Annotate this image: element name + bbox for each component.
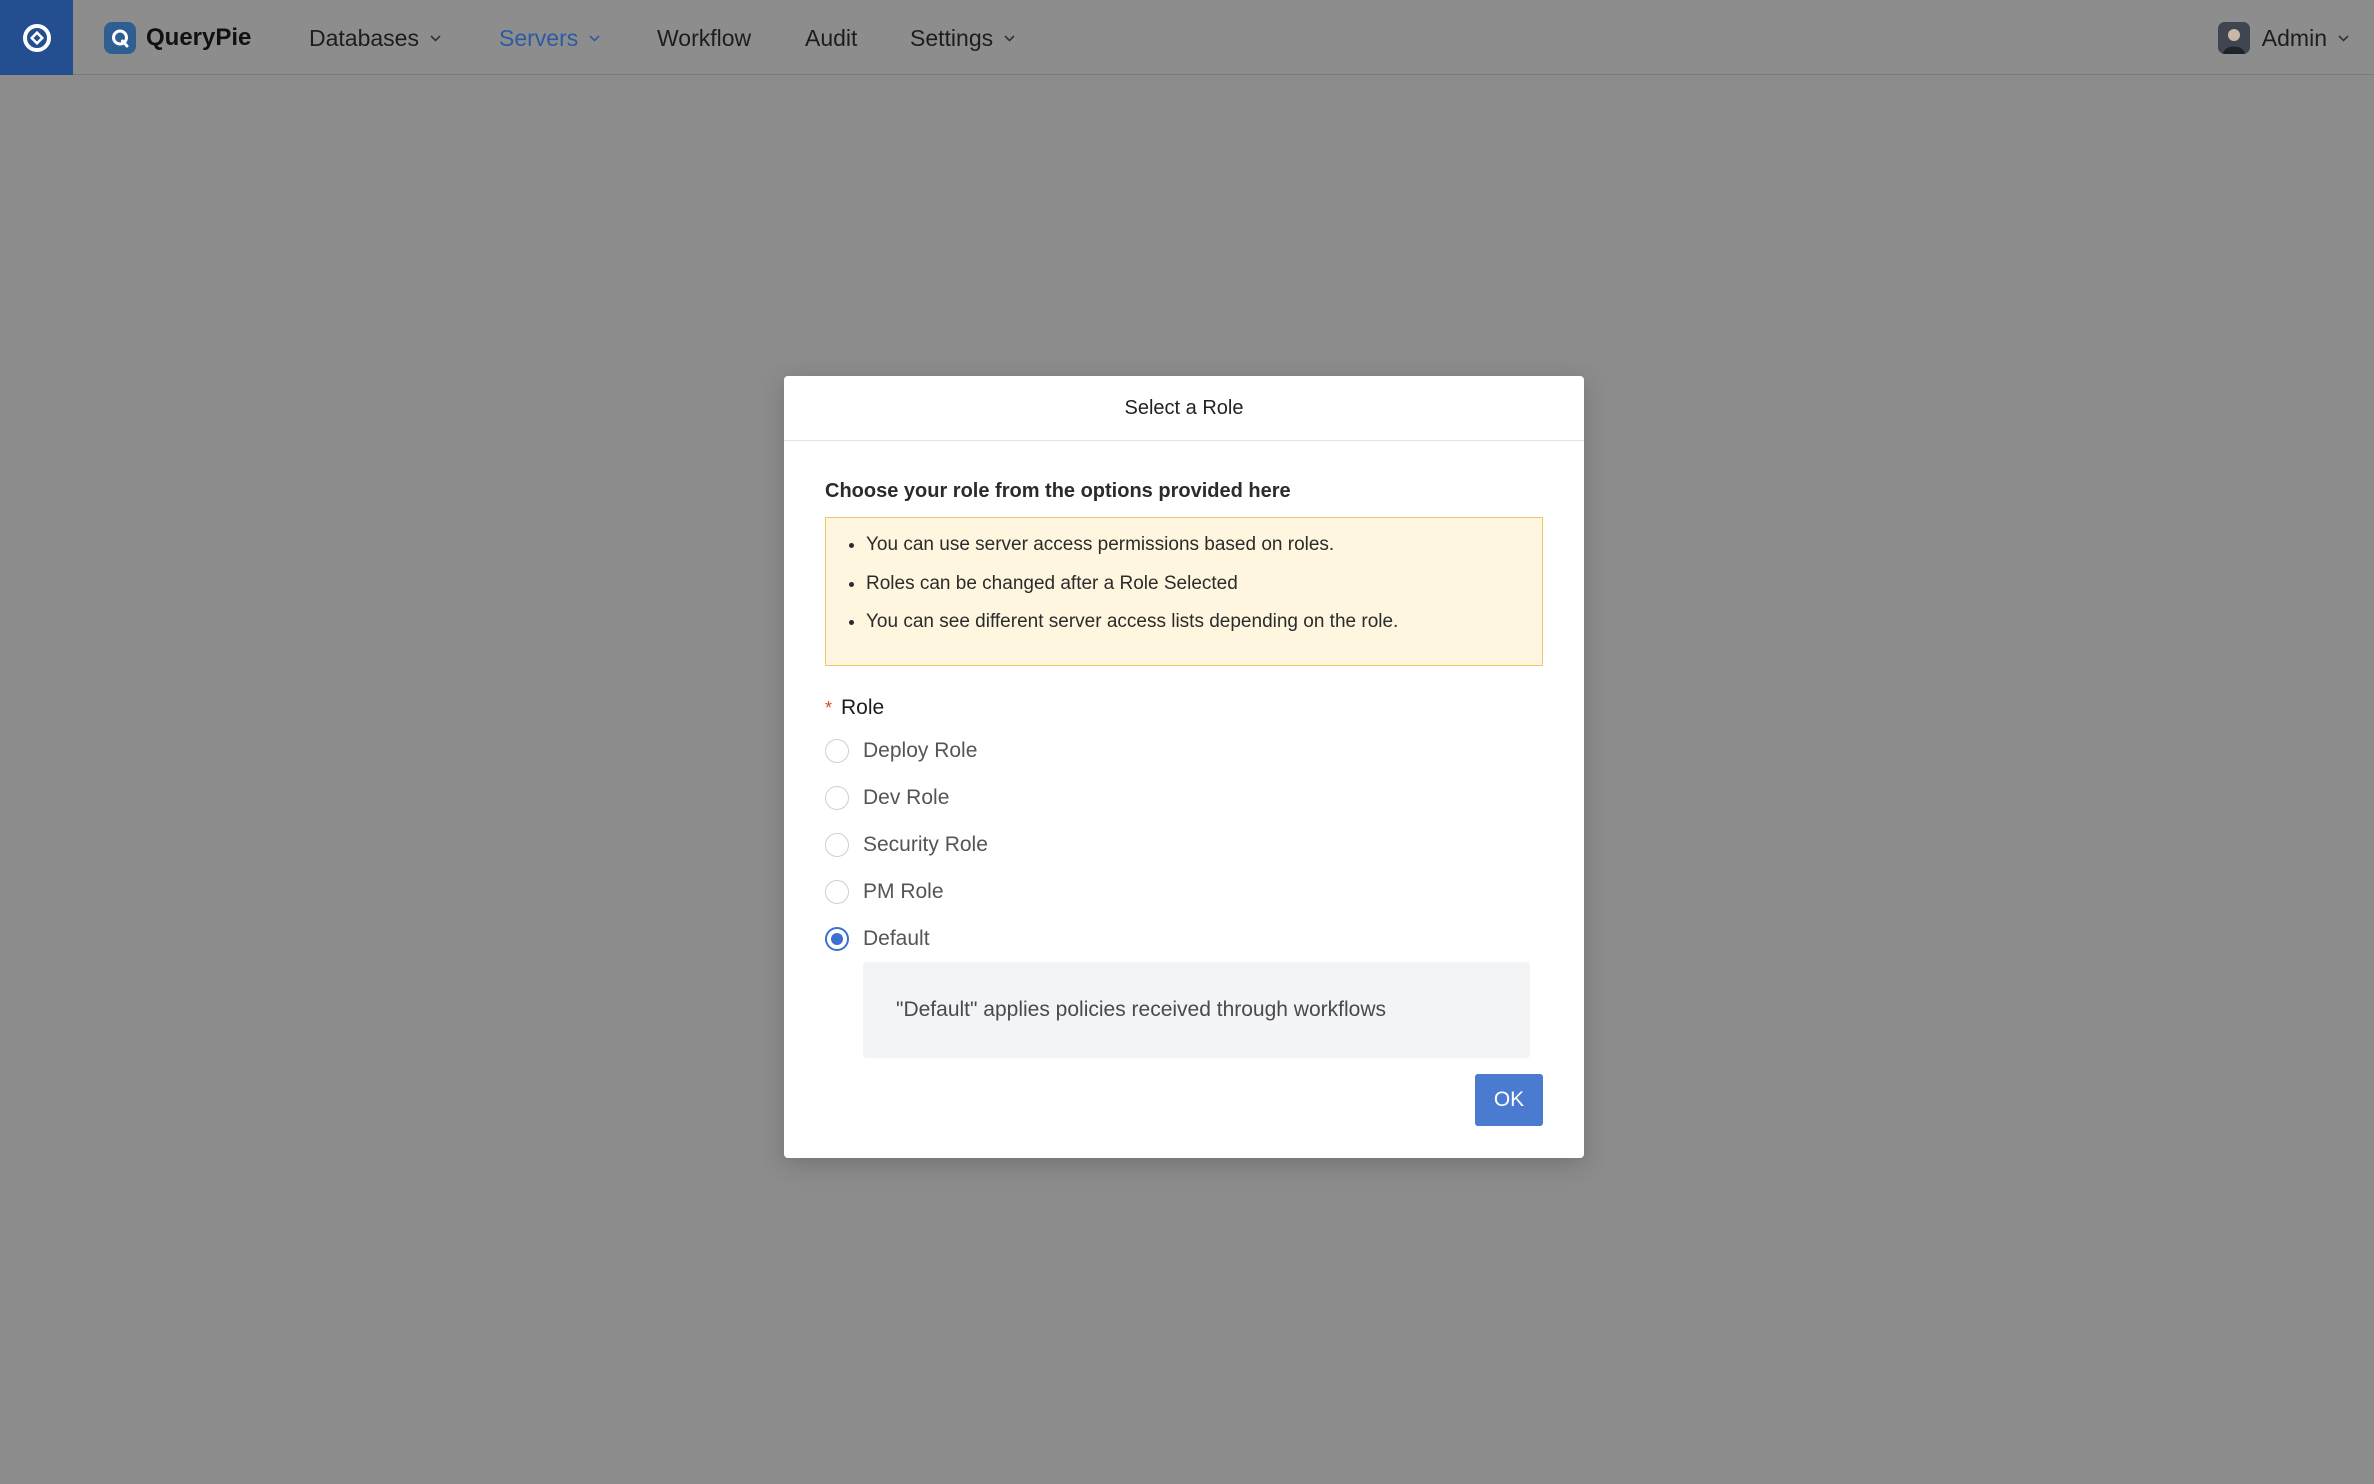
user-name: Admin	[2261, 24, 2327, 51]
nav-settings[interactable]: Settings	[910, 22, 1016, 54]
role-option-label: Security Role	[863, 832, 988, 856]
chevron-down-icon	[1003, 34, 1016, 43]
role-label-text: Role	[841, 696, 885, 719]
nav-servers-label: Servers	[499, 24, 579, 51]
chevron-down-icon	[588, 34, 601, 43]
role-option-pm[interactable]: PM Role	[825, 868, 1543, 915]
role-option-security[interactable]: Security Role	[825, 821, 1543, 868]
nav-settings-label: Settings	[910, 24, 994, 51]
user-menu[interactable]: Admin	[2217, 20, 2350, 56]
dialog-body: Choose your role from the options provid…	[825, 477, 1543, 1058]
dialog-intro: Choose your role from the options provid…	[825, 480, 1291, 502]
notice-item: You can see different server access list…	[866, 612, 1542, 632]
radio-button[interactable]	[825, 879, 849, 904]
select-role-dialog: Select a Role Choose your role from the …	[784, 376, 1584, 1158]
role-option-dev[interactable]: Dev Role	[825, 774, 1543, 821]
querypie-logo-icon	[104, 22, 136, 54]
role-option-label: Dev Role	[863, 785, 950, 809]
nav-servers[interactable]: Servers	[499, 22, 601, 54]
role-option-label: Default	[863, 926, 930, 950]
role-option-label: PM Role	[863, 879, 944, 903]
default-role-description: "Default" applies policies received thro…	[863, 962, 1530, 1058]
nav-audit[interactable]: Audit	[805, 22, 857, 54]
user-avatar-icon	[2217, 22, 2250, 54]
app-name: QueryPie	[146, 24, 252, 51]
dialog-title: Select a Role	[784, 376, 1584, 441]
nav-audit-label: Audit	[805, 24, 858, 51]
notice-item: Roles can be changed after a Role Select…	[866, 573, 1542, 594]
radio-button[interactable]	[825, 738, 849, 763]
role-option-label: Deploy Role	[863, 738, 978, 762]
querypie-brand-icon	[22, 23, 51, 52]
top-navigation-bar: QueryPie Databases Servers Workflow Audi…	[0, 0, 2374, 75]
ok-button[interactable]: OK	[1475, 1074, 1543, 1126]
role-radio-group: Deploy Role Dev Role Security Role PM Ro…	[825, 727, 1543, 962]
radio-button[interactable]	[825, 832, 849, 857]
role-option-deploy[interactable]: Deploy Role	[825, 727, 1543, 774]
nav-databases-label: Databases	[309, 24, 419, 51]
info-notice: You can use server access permissions ba…	[825, 517, 1543, 666]
radio-button-selected[interactable]	[825, 926, 849, 951]
required-mark: *	[825, 697, 833, 718]
nav-workflow-label: Workflow	[657, 24, 752, 51]
notice-item: You can use server access permissions ba…	[866, 535, 1542, 555]
radio-button[interactable]	[825, 785, 849, 810]
app-logo[interactable]: QueryPie	[104, 21, 251, 55]
role-option-default[interactable]: Default	[825, 915, 1543, 962]
home-brand-button[interactable]	[0, 0, 73, 75]
chevron-down-icon	[429, 34, 442, 43]
notice-list: You can use server access permissions ba…	[826, 535, 1542, 632]
nav-databases[interactable]: Databases	[309, 22, 442, 54]
nav-workflow[interactable]: Workflow	[657, 22, 751, 54]
role-field-label: * Role	[825, 694, 1543, 722]
chevron-down-icon	[2337, 34, 2350, 43]
